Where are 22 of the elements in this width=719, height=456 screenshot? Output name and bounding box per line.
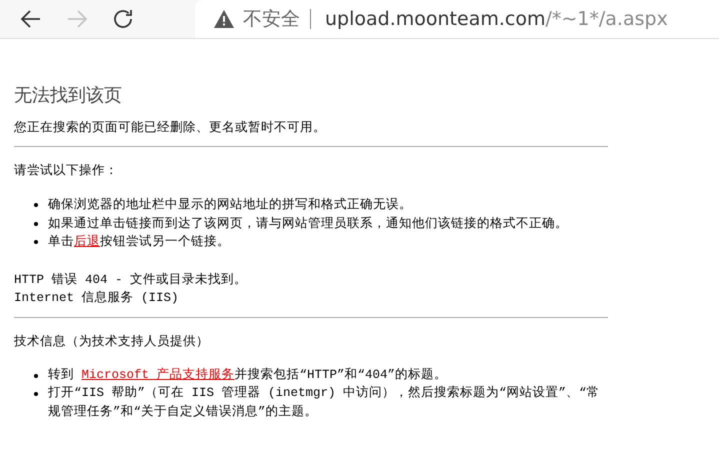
list-item-text: 如果通过单击链接而到达了该网页，请与网站管理员联系，通知他们该链接的格式不正确。 (48, 214, 568, 232)
error-text: Internet 信息服务 (IIS) (14, 290, 180, 306)
section-heading: 技术信息（为技术支持人员提供） (14, 332, 210, 350)
address-url[interactable]: upload.moonteam.com/*~1*/a.aspx (325, 8, 668, 30)
list-bullet (34, 203, 38, 207)
text-link[interactable]: Microsoft 产品支持服务 (82, 368, 235, 382)
list-item-text: 打开“IIS 帮助”（可在 IIS 管理器 (inetmgr) 中访问），然后搜索标题为“网站设置”、“常规管理任务”和“关于自定义错误消息”的主题。 (48, 384, 601, 420)
list-bullet (34, 240, 38, 244)
error-text: HTTP 错误 404 - 文件或目录未找到。 (14, 272, 248, 288)
list-item-text: 转到 Microsoft 产品支持服务并搜索包括“HTTP”和“404”的标题。 (48, 366, 448, 384)
section-heading: 请尝试以下操作： (14, 161, 119, 179)
warning-icon (213, 9, 235, 29)
address-bar[interactable]: 不安全 upload.moonteam.com/*~1*/a.aspx (195, 0, 719, 38)
page-title: 无法找到该页 (14, 84, 123, 108)
intro-text: 您正在搜索的页面可能已经删除、更名或暂时不可用。 (14, 118, 327, 136)
list-bullet (34, 374, 38, 378)
list-bullet (34, 222, 38, 226)
list-item-text: 确保浏览器的地址栏中显示的网站地址的拼写和格式正确无误。 (48, 195, 412, 213)
text-link[interactable]: 后退 (74, 233, 100, 248)
list-bullet (34, 392, 38, 396)
list-item-text: 单击后退按钮尝试另一个链接。 (48, 232, 230, 250)
security-label: 不安全 (243, 9, 311, 29)
